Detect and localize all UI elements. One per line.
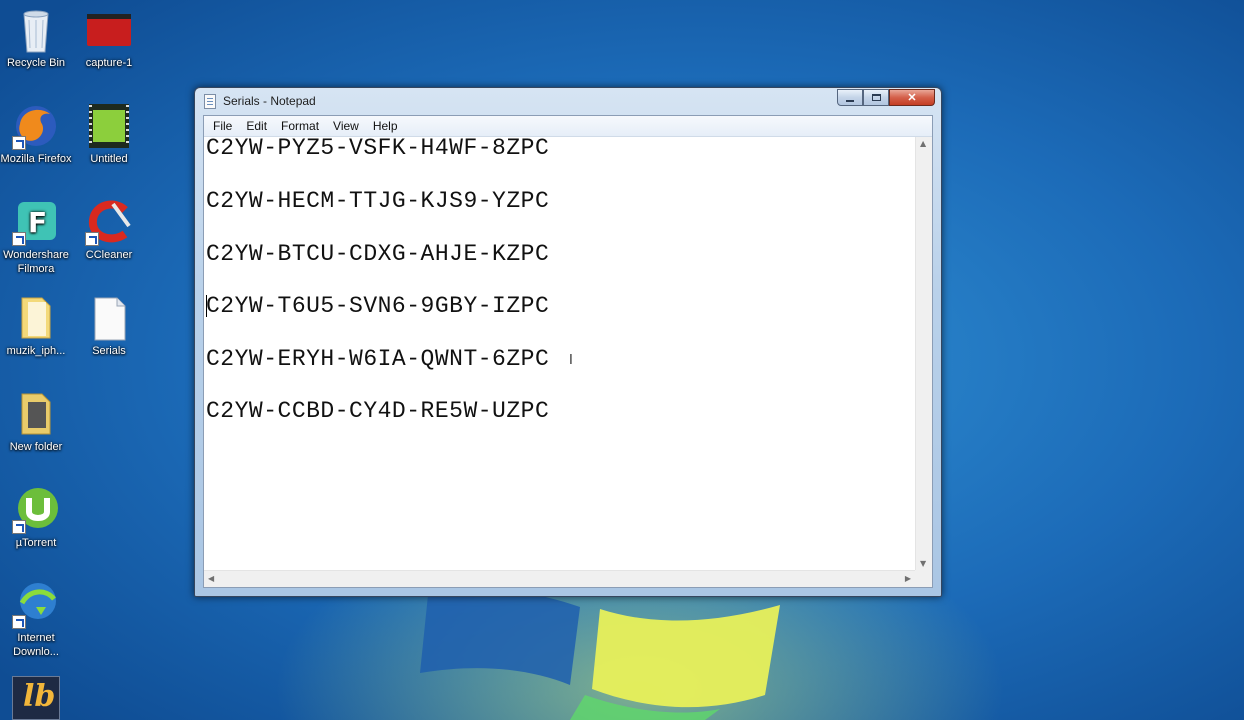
desktop-icon-firefox[interactable]: Mozilla Firefox	[0, 102, 74, 166]
desktop-icon-muzik-folder[interactable]: muzik_iph...	[0, 294, 74, 358]
desktop-icon-label: muzik_iph...	[6, 345, 66, 357]
desktop-icon-internet-download-manager[interactable]: Internet Downlo...	[0, 581, 74, 659]
desktop-icon-ccleaner[interactable]: CCleaner	[71, 198, 147, 262]
shortcut-arrow-icon	[12, 615, 26, 629]
desktop-icon-label: capture-1	[85, 57, 133, 69]
text-file-icon	[85, 294, 133, 342]
desktop-icon-label: Mozilla Firefox	[0, 153, 72, 165]
desktop-icon-label: Untitled	[90, 153, 128, 165]
folder-icon	[12, 294, 60, 342]
windows-logo-wallpaper	[420, 589, 780, 720]
recycle-bin-icon	[12, 6, 60, 54]
vertical-scrollbar[interactable]: ▲ ▼	[915, 137, 932, 570]
serial-line: C2YW-ERYH-W6IA-QWNT-6ZPC	[206, 346, 550, 372]
ibeam-cursor-icon: I	[569, 353, 573, 368]
desktop-icon-label: Wondershare Filmora	[3, 249, 69, 275]
menu-format[interactable]: Format	[274, 116, 326, 136]
size-grip[interactable]	[915, 570, 932, 587]
title-bar[interactable]: Serials - Notepad ✕	[195, 88, 941, 114]
close-icon: ✕	[907, 92, 917, 104]
utorrent-icon	[12, 486, 60, 534]
notepad-client-area: File Edit Format View Help C2YW-PYZ5-VSF…	[203, 115, 933, 588]
menu-view[interactable]: View	[326, 116, 366, 136]
desktop-icon-serials[interactable]: Serials	[71, 294, 147, 358]
desktop-icon-label: Recycle Bin	[6, 57, 66, 69]
menu-help[interactable]: Help	[366, 116, 405, 136]
desktop-icon-untitled[interactable]: Untitled	[71, 102, 147, 166]
video-clip-icon	[85, 102, 133, 150]
filmora-icon: F	[12, 198, 60, 246]
shortcut-arrow-icon	[12, 232, 26, 246]
desktop-icon-label: New folder	[9, 441, 63, 453]
shortcut-arrow-icon	[12, 520, 26, 534]
svg-text:F: F	[28, 206, 47, 239]
minimize-icon	[846, 99, 854, 102]
desktop-icon-label: µTorrent	[15, 537, 57, 549]
desktop-icon-partial[interactable]: lb	[12, 676, 60, 720]
app-logo-icon: lb	[23, 679, 56, 714]
shortcut-arrow-icon	[85, 232, 99, 246]
menu-bar: File Edit Format View Help	[204, 116, 932, 137]
folder-icon	[12, 390, 60, 438]
text-editor[interactable]: C2YW-PYZ5-VSFK-H4WF-8ZPC C2YW-HECM-TTJG-…	[204, 137, 915, 570]
desktop-icon-utorrent[interactable]: µTorrent	[0, 486, 74, 550]
desktop-icon-recycle-bin[interactable]: Recycle Bin	[0, 6, 74, 70]
maximize-icon	[871, 94, 881, 101]
caption-buttons: ✕	[837, 89, 935, 107]
menu-edit[interactable]: Edit	[239, 116, 274, 136]
desktop-icon-capture-1[interactable]: capture-1	[71, 6, 147, 70]
idm-icon	[12, 581, 60, 629]
video-file-icon	[85, 6, 133, 54]
scroll-up-icon[interactable]: ▲	[920, 139, 926, 148]
minimize-button[interactable]	[837, 89, 863, 106]
desktop-icon-label: Internet Downlo...	[13, 632, 59, 658]
serial-line: C2YW-CCBD-CY4D-RE5W-UZPC	[206, 398, 550, 424]
shortcut-arrow-icon	[12, 136, 26, 150]
desktop-icon-label: Serials	[92, 345, 126, 357]
text-caret	[206, 295, 207, 317]
desktop-icon-filmora[interactable]: F Wondershare Filmora	[0, 198, 74, 276]
serial-line: C2YW-HECM-TTJG-KJS9-YZPC	[206, 188, 550, 214]
serial-line: C2YW-T6U5-SVN6-9GBY-IZPC	[206, 293, 550, 319]
close-button[interactable]: ✕	[889, 89, 935, 106]
notepad-window[interactable]: Serials - Notepad ✕ File Edit Format Vie…	[194, 87, 942, 597]
menu-file[interactable]: File	[206, 116, 239, 136]
window-title: Serials - Notepad	[223, 94, 316, 108]
firefox-icon	[12, 102, 60, 150]
serial-line: C2YW-BTCU-CDXG-AHJE-KZPC	[206, 241, 550, 267]
ccleaner-icon	[85, 198, 133, 246]
notepad-icon	[204, 94, 216, 109]
horizontal-scrollbar[interactable]: ◀ ▶	[204, 570, 915, 587]
serial-line: C2YW-PYZ5-VSFK-H4WF-8ZPC	[206, 137, 550, 161]
scroll-right-icon[interactable]: ▶	[905, 574, 911, 583]
scroll-down-icon[interactable]: ▼	[920, 559, 926, 568]
maximize-button[interactable]	[863, 89, 889, 106]
scroll-left-icon[interactable]: ◀	[208, 574, 214, 583]
desktop-icon-new-folder[interactable]: New folder	[0, 390, 74, 454]
desktop-icon-label: CCleaner	[85, 249, 133, 261]
